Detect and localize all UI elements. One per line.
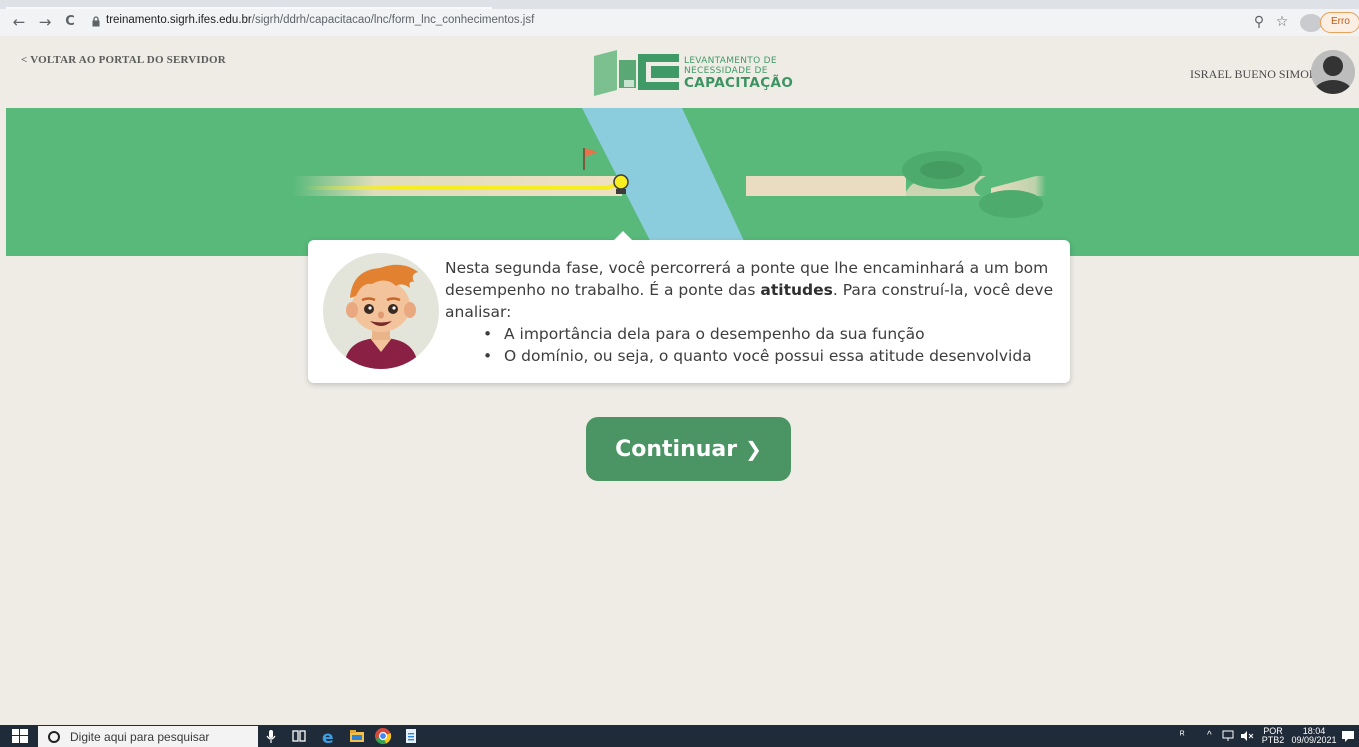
microphone-icon[interactable] xyxy=(262,727,280,745)
reload-icon[interactable]: C xyxy=(61,12,79,32)
logo-line-3: CAPACITAÇÃO xyxy=(684,75,794,91)
cortana-icon xyxy=(48,731,60,743)
character-avatar-icon xyxy=(323,253,439,369)
instruction-line-2-post: . Para construí-la, você deve xyxy=(832,281,1054,299)
notifications-icon[interactable] xyxy=(1341,729,1355,743)
clock[interactable]: 18:04 09/09/2021 xyxy=(1290,727,1338,745)
profile-icon[interactable] xyxy=(1300,14,1322,32)
flag-icon xyxy=(585,148,598,157)
chrome-icon[interactable] xyxy=(374,727,392,745)
instruction-text: Nesta segunda fase, você percorrerá a po… xyxy=(445,257,1055,367)
document-app-icon[interactable] xyxy=(402,727,420,745)
continue-button-label: Continuar xyxy=(615,437,738,462)
language-indicator[interactable]: POR PTB2 xyxy=(1261,727,1285,745)
user-avatar-icon xyxy=(1311,50,1355,94)
list-item: A importância dela para o desempenho da … xyxy=(481,323,1055,345)
clock-date: 09/09/2021 xyxy=(1291,735,1337,745)
instruction-line-3: analisar: xyxy=(445,303,512,321)
chevron-right-icon: ❯ xyxy=(745,437,762,461)
lock-icon[interactable] xyxy=(92,16,100,27)
user-name[interactable]: ISRAEL BUENO SIMOES xyxy=(1190,67,1323,82)
logo-line-1: LEVANTAMENTO DE xyxy=(684,56,777,66)
back-to-portal-link[interactable]: < VOLTAR AO PORTAL DO SERVIDOR xyxy=(21,54,226,66)
instruction-card: Nesta segunda fase, você percorrerá a po… xyxy=(308,231,1070,383)
windows-start-icon[interactable] xyxy=(12,729,28,743)
people-icon[interactable]: ᴿ xyxy=(1180,731,1185,741)
bridge-scene-illustration xyxy=(292,108,1046,256)
instruction-keyword: atitudes xyxy=(760,281,833,299)
position-marker xyxy=(613,174,629,190)
right-road xyxy=(746,176,906,196)
file-explorer-icon[interactable] xyxy=(348,727,366,745)
star-icon[interactable]: ☆ xyxy=(1272,12,1292,32)
svg-text:e: e xyxy=(322,728,334,745)
network-icon[interactable] xyxy=(1222,729,1236,743)
search-placeholder: Digite aqui para pesquisar xyxy=(70,730,210,744)
chevron-up-icon[interactable]: ^ xyxy=(1207,731,1212,741)
taskbar-search-input[interactable]: Digite aqui para pesquisar xyxy=(38,726,258,747)
back-arrow-icon[interactable]: ← xyxy=(10,12,28,32)
url-host: treinamento.sigrh.ifes.edu.br xyxy=(106,14,252,26)
url-text[interactable]: treinamento.sigrh.ifes.edu.br/sigrh/ddrh… xyxy=(106,14,534,26)
instruction-line-2: desempenho no trabalho. É a ponte das at… xyxy=(445,279,1055,301)
volume-muted-icon[interactable] xyxy=(1240,729,1254,743)
instruction-line-1: Nesta segunda fase, você percorrerá a po… xyxy=(445,259,1049,277)
list-item: O domínio, ou seja, o quanto você possui… xyxy=(481,345,1055,367)
zoom-icon[interactable]: ⚲ xyxy=(1249,12,1269,32)
task-view-icon[interactable] xyxy=(290,727,308,745)
logo-text: LEVANTAMENTO DE NECESSIDADE DE CAPACITAÇ… xyxy=(684,56,793,90)
instruction-line-2-pre: desempenho no trabalho. É a ponte das xyxy=(445,281,761,299)
url-path: /sigrh/ddrh/capacitacao/lnc/form_lnc_con… xyxy=(251,14,535,26)
error-button[interactable]: Erro xyxy=(1320,12,1359,33)
continue-button[interactable]: Continuar ❯ xyxy=(586,417,791,481)
avatar[interactable] xyxy=(1311,50,1355,94)
forward-arrow-icon[interactable]: → xyxy=(36,12,54,32)
progress-banner xyxy=(6,108,1359,256)
keyboard-layout: PTB2 xyxy=(1261,735,1285,745)
edge-browser-icon[interactable]: e xyxy=(320,727,338,745)
criteria-list: A importância dela para o desempenho da … xyxy=(481,323,1055,367)
